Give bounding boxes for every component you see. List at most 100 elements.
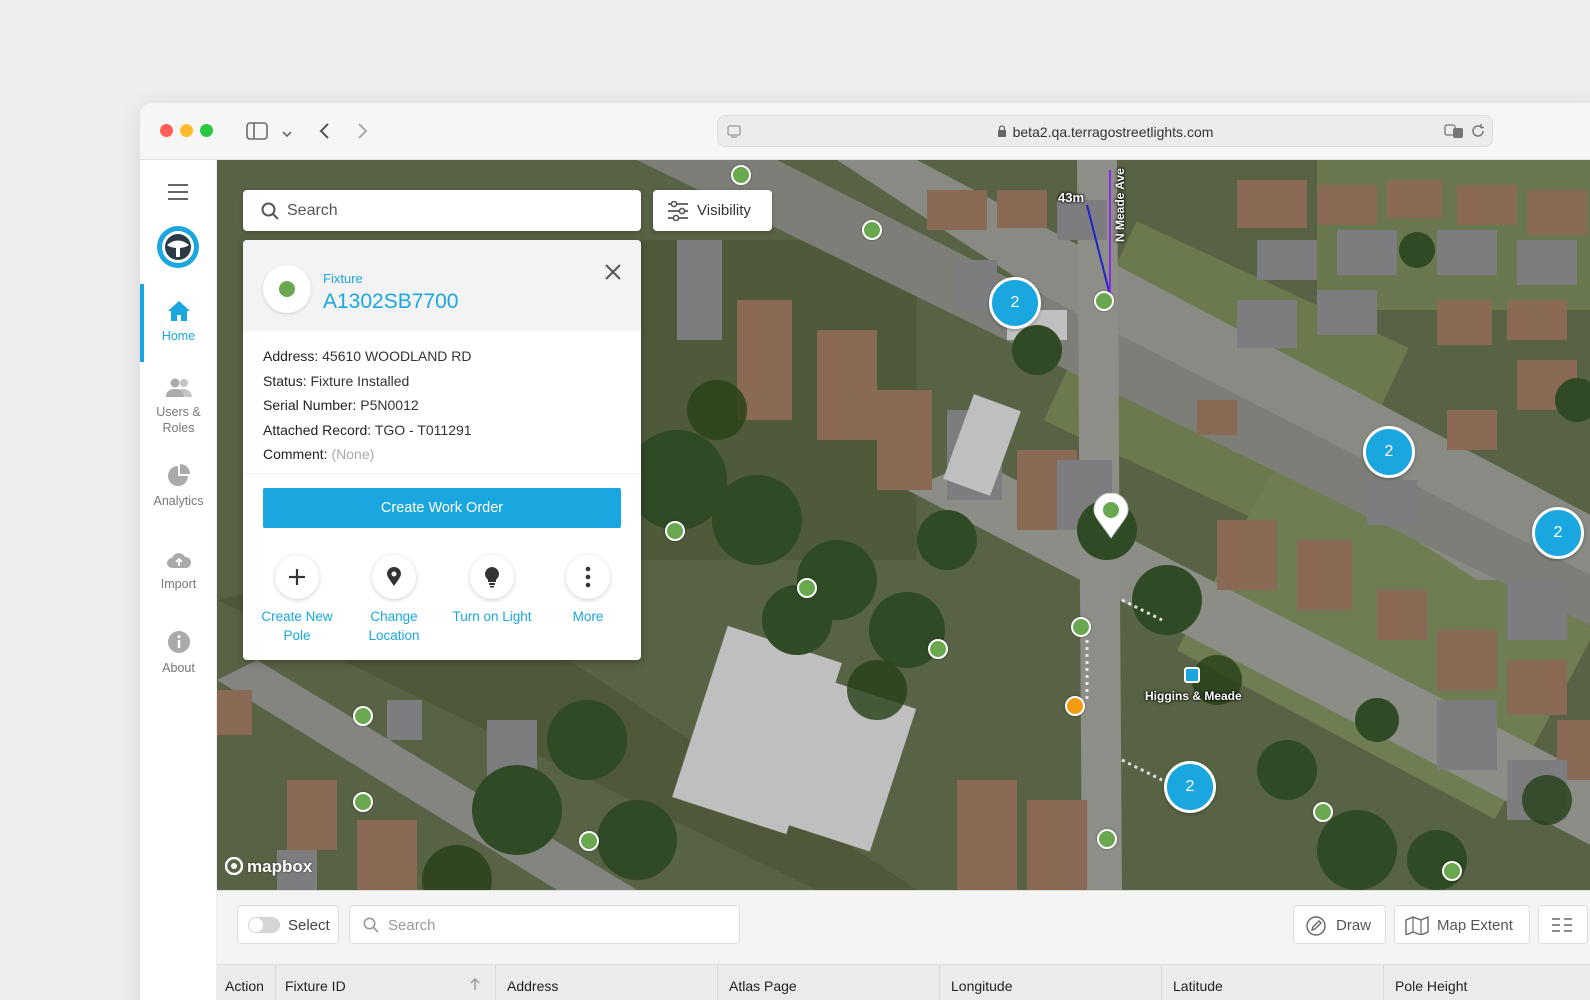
search-icon (363, 917, 379, 938)
fixture-marker[interactable] (1071, 617, 1091, 637)
column-header-atlas-page[interactable]: Atlas Page (729, 978, 797, 994)
maximize-window-button[interactable] (200, 124, 213, 137)
action-label: Change (370, 609, 418, 624)
forward-icon[interactable] (357, 122, 369, 143)
scale-label: 43m (1058, 190, 1085, 205)
column-header-fixture-id[interactable]: Fixture ID (285, 978, 346, 994)
address-bar[interactable]: beta2.qa.terragostreetlights.com (717, 115, 1493, 147)
translate-icon[interactable] (1444, 123, 1464, 144)
sort-ascending-icon[interactable] (469, 977, 481, 996)
close-window-button[interactable] (160, 124, 173, 137)
search-icon (261, 202, 279, 225)
app-logo (156, 225, 200, 274)
serial-row: Serial Number: P5N0012 (263, 397, 419, 413)
status-row: Status: Fixture Installed (263, 372, 410, 389)
fixture-marker-warning[interactable] (1065, 696, 1085, 716)
reload-icon[interactable] (1470, 123, 1486, 144)
sidebar-item-analytics[interactable]: Analytics (140, 463, 217, 509)
sidebar-toggle-icon[interactable] (246, 122, 268, 143)
fixture-marker[interactable] (1097, 829, 1117, 849)
draw-button[interactable]: Draw (1293, 905, 1386, 944)
column-header-action[interactable]: Action (225, 978, 264, 994)
url-label: beta2.qa.terragostreetlights.com (1012, 124, 1214, 140)
sliders-icon (667, 200, 689, 226)
serial-value: P5N0012 (360, 397, 419, 413)
sidebar-item-users-roles[interactable]: Users & Roles (140, 378, 217, 436)
users-icon (165, 378, 192, 397)
chevron-down-icon[interactable] (282, 124, 292, 142)
lock-icon (997, 125, 1007, 140)
close-icon[interactable] (603, 262, 623, 282)
data-table-panel: Select Search Draw Map Extent Action Fix… (217, 890, 1590, 1000)
comment-value: (None) (331, 446, 375, 462)
minimize-window-button[interactable] (180, 124, 193, 137)
app-sidebar: Home Users & Roles Analytics Import Abou… (140, 160, 217, 1000)
mapbox-attribution[interactable]: mapbox (224, 856, 313, 877)
hamburger-menu-icon[interactable] (168, 184, 188, 205)
fixture-marker[interactable] (862, 220, 882, 240)
sidebar-item-label: Users & Roles (156, 405, 201, 435)
visibility-button[interactable]: Visibility (653, 190, 772, 231)
browser-window: beta2.qa.terragostreetlights.com Home Us… (140, 103, 1590, 1000)
fixture-marker[interactable] (1442, 861, 1462, 881)
mapbox-label: mapbox (247, 857, 313, 876)
action-label: Create New (261, 609, 333, 624)
attached-record-value: TGO - T011291 (374, 421, 472, 438)
column-header-pole-height[interactable]: Pole Height (1395, 978, 1467, 994)
fixture-marker[interactable] (1313, 802, 1333, 822)
fixture-marker[interactable] (731, 165, 751, 185)
divider (243, 473, 641, 474)
action-label: Location (368, 628, 420, 643)
selected-fixture-pin-icon[interactable] (1093, 492, 1129, 544)
draw-label: Draw (1336, 917, 1372, 934)
change-location-button[interactable]: Change Location (352, 555, 436, 645)
fixture-cluster-marker[interactable]: 2 (989, 277, 1041, 329)
mapbox-logo-icon (224, 856, 244, 876)
fixture-marker[interactable] (665, 521, 685, 541)
map-search-input[interactable]: Search (243, 190, 641, 231)
turn-on-light-button[interactable]: Turn on Light (450, 555, 534, 626)
column-header-latitude[interactable]: Latitude (1173, 978, 1223, 994)
fixture-details: Address: 45610 WOODLAND RD Status: Fixtu… (263, 344, 472, 467)
toggle-switch[interactable] (248, 917, 280, 933)
sidebar-item-about[interactable]: About (140, 630, 217, 676)
fixture-cluster-marker[interactable]: 2 (1363, 426, 1415, 478)
table-search-input[interactable]: Search (349, 905, 740, 944)
bus-stop-icon (1184, 667, 1200, 683)
table-header: Action Fixture ID Address Atlas Page Lon… (217, 964, 1590, 1000)
bus-stop-label: Higgins & Meade (1145, 689, 1242, 703)
fixture-detail-card: Fixture A1302SB7700 Address: 45610 WOODL… (243, 240, 641, 660)
back-icon[interactable] (318, 122, 330, 143)
pie-chart-icon (167, 464, 190, 486)
select-toggle[interactable]: Select (237, 905, 339, 944)
fixture-marker[interactable] (797, 578, 817, 598)
fixture-cluster-marker[interactable]: 2 (1164, 761, 1216, 813)
fixture-marker[interactable] (353, 792, 373, 812)
status-value: Fixture Installed (310, 372, 410, 389)
column-header-address[interactable]: Address (507, 978, 558, 994)
column-header-longitude[interactable]: Longitude (951, 978, 1013, 994)
table-search-placeholder: Search (388, 917, 436, 934)
fixture-kind-label: Fixture (323, 271, 363, 286)
fixture-marker[interactable] (1094, 291, 1114, 311)
map-extent-button[interactable]: Map Extent (1394, 905, 1530, 944)
info-icon (167, 631, 190, 653)
fixture-marker[interactable] (928, 639, 948, 659)
cloud-upload-icon (166, 553, 191, 568)
map-extent-label: Map Extent (1437, 917, 1513, 934)
sidebar-item-label: Home (161, 329, 196, 343)
sidebar-item-import[interactable]: Import (140, 550, 217, 592)
fixture-marker[interactable] (579, 831, 599, 851)
map-view[interactable]: 43m N Meade Ave Higgins & Meade 2 2 2 2 … (217, 160, 1590, 890)
fixture-marker[interactable] (353, 706, 373, 726)
sidebar-item-home[interactable]: Home (140, 300, 217, 344)
column-layout-button[interactable] (1538, 905, 1588, 944)
pencil-icon (1306, 916, 1326, 940)
attached-record-row: Attached Record: TGO - T011291 (263, 421, 472, 438)
fixture-cluster-marker[interactable]: 2 (1532, 507, 1584, 559)
lightbulb-icon (485, 567, 499, 588)
create-new-pole-button[interactable]: Create New Pole (255, 555, 339, 645)
create-work-order-button[interactable]: Create Work Order (263, 488, 621, 528)
more-button[interactable]: More (546, 555, 630, 626)
sidebar-item-label: Analytics (153, 494, 204, 508)
